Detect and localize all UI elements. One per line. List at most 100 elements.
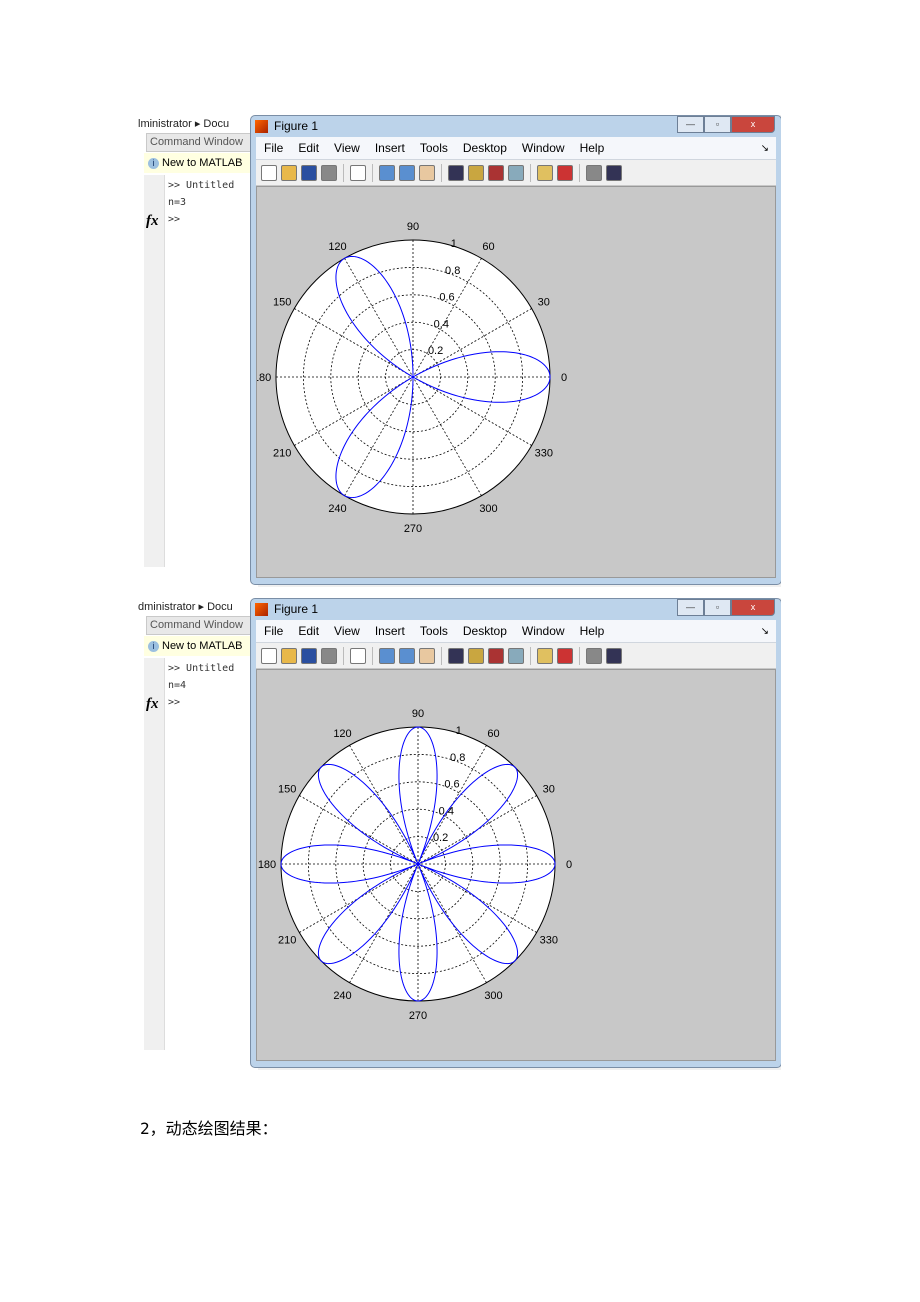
maximize-button[interactable]: ▫ (704, 116, 731, 133)
undock-arrow-icon[interactable]: ↘ (761, 626, 769, 637)
show-plot-tools-icon[interactable] (606, 647, 622, 664)
angle-tick-label: 30 (543, 784, 555, 796)
menu-desktop[interactable]: Desktop (463, 624, 507, 638)
window-title: Figure 1 (274, 602, 319, 616)
data-cursor-icon[interactable] (468, 647, 484, 664)
new-to-matlab-notice[interactable]: i New to MATLAB (144, 153, 258, 173)
hide-plot-tools-icon[interactable] (586, 164, 602, 181)
zoom-out-icon[interactable] (399, 164, 415, 181)
fx-function-browser-icon[interactable]: fx (146, 696, 159, 713)
open-folder-icon[interactable] (281, 164, 297, 181)
hide-plot-tools-icon[interactable] (586, 647, 602, 664)
figure-window: Figure 1 — ▫ x File Edit View Insert Tools Deskto… (250, 115, 781, 585)
zoom-in-icon[interactable] (379, 647, 395, 664)
menu-file[interactable]: File (264, 141, 283, 155)
new-to-matlab-notice[interactable]: i New to MATLAB (144, 636, 258, 656)
angle-tick-label: 180 (258, 859, 276, 871)
menu-bar: File Edit View Insert Tools Desktop Window Help… (256, 137, 776, 160)
menu-desktop[interactable]: Desktop (463, 141, 507, 155)
zoom-out-icon[interactable] (399, 647, 415, 664)
select-arrow-icon[interactable] (350, 647, 366, 664)
info-icon: i (148, 641, 159, 652)
show-plot-tools-icon[interactable] (606, 164, 622, 181)
angle-tick-label: 270 (409, 1010, 427, 1022)
document-page: lministrator ▸ Docu Command Window i New to… (0, 0, 920, 1302)
command-window-panel: lministrator ▸ Docu Command Window i New to… (138, 115, 263, 587)
minimize-button[interactable]: — (677, 116, 704, 133)
print-icon[interactable] (321, 164, 337, 181)
menu-edit[interactable]: Edit (298, 141, 319, 155)
rotate-3d-icon[interactable] (448, 164, 464, 181)
legend-icon[interactable] (557, 164, 573, 181)
command-line: n=3 (168, 197, 187, 208)
title-bar: Figure 1 (255, 599, 318, 619)
open-folder-icon[interactable] (281, 647, 297, 664)
window-controls: — ▫ x (677, 599, 775, 616)
command-output[interactable]: >> Untitled n=4 >> (168, 660, 234, 711)
angle-tick-label: 90 (407, 221, 419, 233)
menu-tools[interactable]: Tools (420, 141, 448, 155)
command-line: >> (168, 697, 181, 708)
menu-edit[interactable]: Edit (298, 624, 319, 638)
angle-tick-label: 330 (540, 935, 558, 947)
matlab-screenshot-n4: dministrator ▸ Docu Command Window i New to… (138, 598, 781, 1070)
new-file-icon[interactable] (261, 647, 277, 664)
legend-icon[interactable] (557, 647, 573, 664)
angle-tick-label: 150 (278, 784, 296, 796)
print-icon[interactable] (321, 647, 337, 664)
close-button[interactable]: x (731, 116, 775, 133)
radial-tick-label: 1 (451, 238, 457, 250)
menu-view[interactable]: View (334, 141, 360, 155)
fx-function-browser-icon[interactable]: fx (146, 213, 159, 230)
window-controls: — ▫ x (677, 116, 775, 133)
brush-icon[interactable] (488, 164, 504, 181)
menu-insert[interactable]: Insert (375, 141, 405, 155)
data-cursor-icon[interactable] (468, 164, 484, 181)
angle-tick-label: 270 (404, 523, 422, 535)
pan-hand-icon[interactable] (419, 647, 435, 664)
menu-help[interactable]: Help (580, 624, 605, 638)
plot-area: 0 30 60 90 120 150 180 210 240 270 300 330 0.2 0.4 0.6… (256, 669, 776, 1061)
brush-icon[interactable] (488, 647, 504, 664)
zoom-in-icon[interactable] (379, 164, 395, 181)
toolbar (256, 643, 776, 669)
angle-tick-label: 30 (538, 297, 550, 309)
command-output[interactable]: >> Untitled n=3 >> (168, 177, 234, 228)
new-file-icon[interactable] (261, 164, 277, 181)
menu-window[interactable]: Window (522, 141, 565, 155)
save-icon[interactable] (301, 164, 317, 181)
select-arrow-icon[interactable] (350, 164, 366, 181)
colorbar-icon[interactable] (537, 647, 553, 664)
minimize-button[interactable]: — (677, 599, 704, 616)
angle-tick-label: 210 (273, 448, 291, 460)
link-icon[interactable] (508, 647, 524, 664)
menu-view[interactable]: View (334, 624, 360, 638)
maximize-button[interactable]: ▫ (704, 599, 731, 616)
window-title: Figure 1 (274, 119, 319, 133)
angle-tick-label: 240 (333, 990, 351, 1002)
colorbar-icon[interactable] (537, 164, 553, 181)
menu-help[interactable]: Help (580, 141, 605, 155)
command-window-panel: dministrator ▸ Docu Command Window i New to… (138, 598, 263, 1070)
menu-window[interactable]: Window (522, 624, 565, 638)
radial-tick-label: 0.6 (444, 779, 459, 791)
command-line: >> Untitled (168, 663, 235, 674)
rotate-3d-icon[interactable] (448, 647, 464, 664)
pan-hand-icon[interactable] (419, 164, 435, 181)
breadcrumb[interactable]: dministrator ▸ Docu (138, 600, 233, 613)
notice-text: New to MATLAB (162, 157, 243, 169)
command-window-tab[interactable]: Command Window (146, 616, 263, 635)
close-button[interactable]: x (731, 599, 775, 616)
link-icon[interactable] (508, 164, 524, 181)
angle-tick-label: 0 (566, 859, 572, 871)
menu-insert[interactable]: Insert (375, 624, 405, 638)
menu-bar: File Edit View Insert Tools Desktop Window Help… (256, 620, 776, 643)
breadcrumb[interactable]: lministrator ▸ Docu (138, 117, 229, 130)
undock-arrow-icon[interactable]: ↘ (761, 143, 769, 154)
menu-file[interactable]: File (264, 624, 283, 638)
command-window-tab[interactable]: Command Window (146, 133, 263, 152)
menu-tools[interactable]: Tools (420, 624, 448, 638)
angle-tick-label: 300 (484, 990, 502, 1002)
toolbar-separator (530, 646, 531, 665)
save-icon[interactable] (301, 647, 317, 664)
